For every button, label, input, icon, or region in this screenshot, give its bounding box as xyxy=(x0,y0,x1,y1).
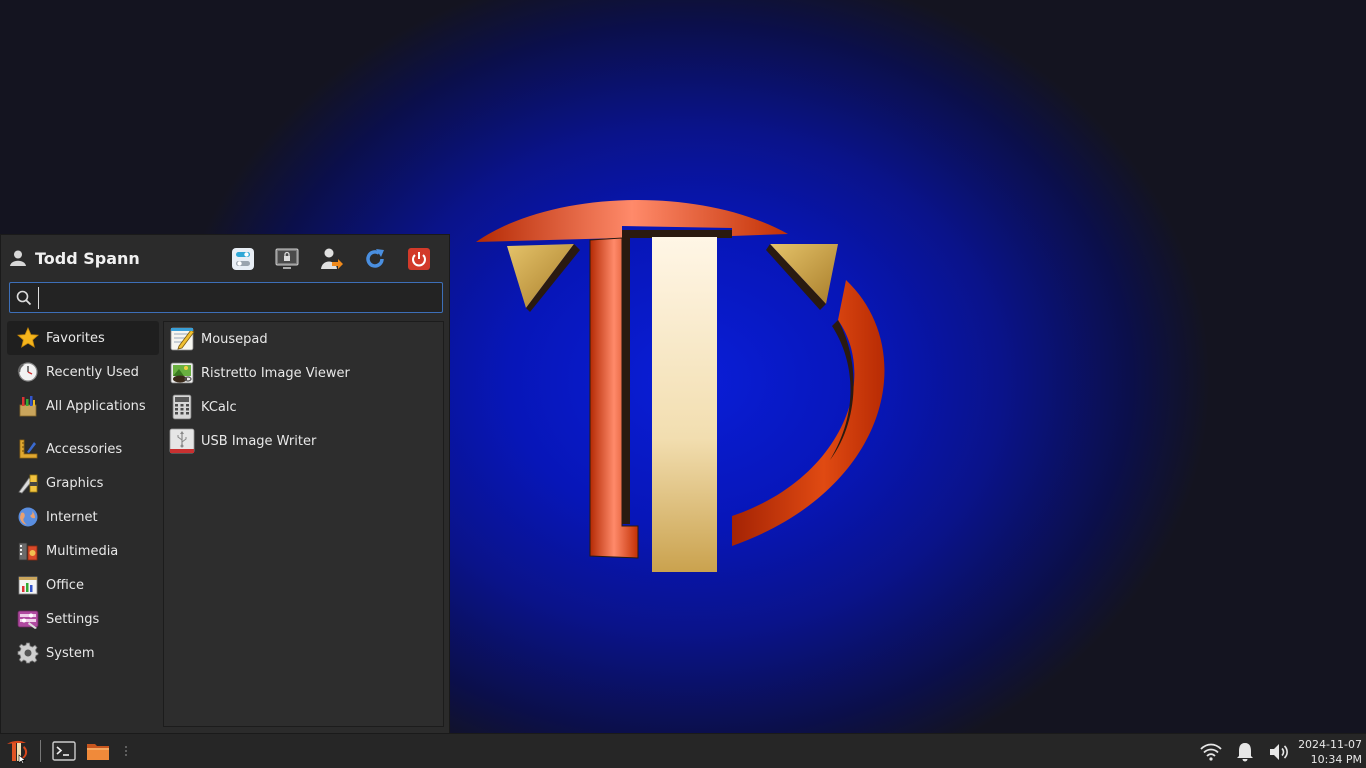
restart-button[interactable] xyxy=(353,245,397,273)
lock-screen-icon xyxy=(275,248,299,269)
category-label: Multimedia xyxy=(46,543,119,559)
distro-logo xyxy=(476,199,885,572)
app-mousepad[interactable]: Mousepad xyxy=(164,322,443,356)
clock-date: 2024-11-07 xyxy=(1298,737,1362,751)
network-indicator[interactable] xyxy=(1194,734,1228,768)
category-label: Accessories xyxy=(46,441,123,457)
category-internet[interactable]: Internet xyxy=(7,500,159,534)
usb-icon xyxy=(169,428,195,454)
volume-indicator[interactable] xyxy=(1262,734,1296,768)
gear-icon xyxy=(17,642,39,664)
user-name: Todd Spann xyxy=(35,248,140,268)
text-editor-icon xyxy=(169,326,195,352)
app-label: Mousepad xyxy=(201,331,268,347)
category-list: Favorites Recently Used All Applications… xyxy=(7,321,159,670)
star-icon xyxy=(17,327,39,349)
all-applications-icon xyxy=(17,395,39,417)
category-label: Graphics xyxy=(46,475,104,491)
category-settings[interactable]: Settings xyxy=(7,602,159,636)
app-usb-image-writer[interactable]: USB Image Writer xyxy=(164,424,443,458)
category-graphics[interactable]: Graphics xyxy=(7,466,159,500)
switch-user-button[interactable] xyxy=(309,245,353,273)
graphics-icon xyxy=(17,472,39,494)
taskbar-separator xyxy=(40,740,41,762)
category-multimedia[interactable]: Multimedia xyxy=(7,534,159,568)
clock[interactable]: 2024-11-07 10:34 PM xyxy=(1296,737,1366,767)
category-recently-used[interactable]: Recently Used xyxy=(7,355,159,389)
app-label: KCalc xyxy=(201,399,237,415)
category-label: Internet xyxy=(46,509,98,525)
settings-icon xyxy=(17,608,39,630)
multimedia-icon xyxy=(17,540,39,562)
clock-time: 10:34 PM xyxy=(1310,752,1362,766)
accessories-icon xyxy=(17,438,39,460)
app-label: USB Image Writer xyxy=(201,433,317,449)
app-ristretto[interactable]: Ristretto Image Viewer xyxy=(164,356,443,390)
category-all-applications[interactable]: All Applications xyxy=(7,389,159,423)
wifi-icon xyxy=(1200,743,1222,761)
terminal-launcher[interactable] xyxy=(49,734,79,768)
category-label: Settings xyxy=(46,611,100,627)
category-favorites[interactable]: Favorites xyxy=(7,321,159,355)
volume-icon xyxy=(1270,743,1288,760)
settings-manager-button[interactable] xyxy=(221,245,265,273)
globe-icon xyxy=(17,506,39,528)
header-actions xyxy=(221,245,441,273)
category-accessories[interactable]: Accessories xyxy=(7,432,159,466)
file-manager-launcher[interactable] xyxy=(79,734,117,768)
category-office[interactable]: Office xyxy=(7,568,159,602)
switch-user-icon xyxy=(321,248,343,269)
lock-screen-button[interactable] xyxy=(265,245,309,273)
app-label: Ristretto Image Viewer xyxy=(201,365,350,381)
search-icon xyxy=(16,290,32,305)
toggle-settings-icon xyxy=(232,248,254,270)
taskbar: 2024-11-07 10:34 PM xyxy=(0,733,1366,768)
logout-button[interactable] xyxy=(397,245,441,273)
calculator-icon xyxy=(169,394,195,420)
menu-button[interactable] xyxy=(0,734,34,768)
office-icon xyxy=(17,574,39,596)
system-tray: 2024-11-07 10:34 PM xyxy=(1194,734,1366,768)
category-label: Office xyxy=(46,577,84,593)
clock-icon xyxy=(17,361,39,383)
application-list: Mousepad Ristretto Image Viewer KCalc US… xyxy=(163,321,444,727)
category-label: System xyxy=(46,645,95,661)
refresh-icon xyxy=(366,249,384,268)
menu-header: Todd Spann xyxy=(9,243,441,273)
search-field[interactable] xyxy=(9,282,443,313)
application-menu: Todd Spann Favorites Recently Used All A… xyxy=(0,234,450,733)
user-icon xyxy=(10,250,26,266)
notifications-indicator[interactable] xyxy=(1228,734,1262,768)
category-system[interactable]: System xyxy=(7,636,159,670)
category-separator xyxy=(7,423,159,432)
panel-handle[interactable] xyxy=(123,744,129,758)
search-input[interactable] xyxy=(38,286,418,309)
image-viewer-icon xyxy=(169,360,195,386)
distro-logo-icon xyxy=(7,740,28,763)
bell-icon xyxy=(1237,742,1253,761)
category-label: Recently Used xyxy=(46,364,139,380)
power-icon xyxy=(408,248,430,270)
terminal-icon xyxy=(52,741,76,761)
category-label: All Applications xyxy=(46,398,146,414)
folder-icon xyxy=(87,744,109,760)
app-kcalc[interactable]: KCalc xyxy=(164,390,443,424)
category-label: Favorites xyxy=(46,330,105,346)
